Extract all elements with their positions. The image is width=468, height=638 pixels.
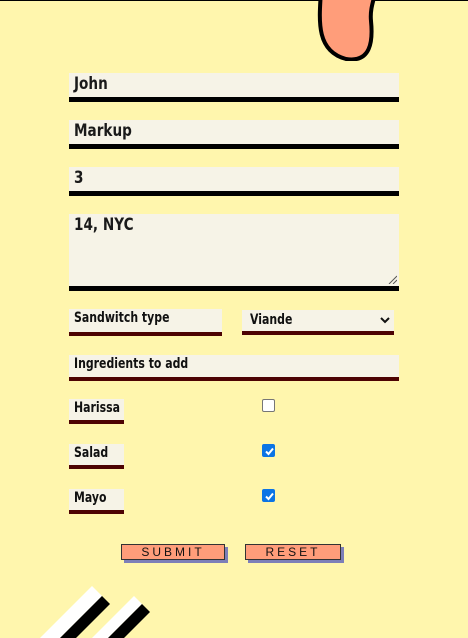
- submit-button[interactable]: SUBMIT: [121, 544, 225, 560]
- decorative-stripes: [40, 586, 150, 638]
- number-field[interactable]: 3: [69, 167, 399, 196]
- sandwich-type-selected: Viande: [250, 312, 293, 328]
- decorative-blob: [317, 0, 376, 61]
- last-name-field[interactable]: Markup: [69, 120, 399, 149]
- ingredients-label: Ingredients to add: [69, 355, 399, 381]
- ingredient-label-text: Salad: [74, 445, 109, 461]
- checkmark-icon: [265, 492, 274, 501]
- salad-checkbox[interactable]: [262, 444, 275, 457]
- mayo-checkbox[interactable]: [262, 489, 275, 502]
- address-value: 14, NYC: [74, 215, 134, 235]
- harissa-checkbox[interactable]: [262, 399, 275, 412]
- sandwich-type-select[interactable]: Viande: [242, 310, 394, 335]
- checkmark-icon: [265, 447, 274, 456]
- sandwich-type-label: Sandwitch type: [69, 309, 222, 336]
- ingredient-label-text: Harissa: [74, 400, 121, 416]
- ingredient-label-salad: Salad: [69, 444, 124, 469]
- ingredient-label-mayo: Mayo: [69, 489, 124, 514]
- sandwich-type-label-text: Sandwitch type: [74, 310, 170, 326]
- ingredient-label-harissa: Harissa: [69, 399, 124, 424]
- last-name-value: Markup: [74, 121, 132, 141]
- ingredient-label-text: Mayo: [74, 490, 107, 506]
- number-value: 3: [74, 168, 84, 188]
- resize-handle-icon[interactable]: [388, 275, 397, 284]
- address-textarea[interactable]: 14, NYC: [69, 214, 399, 291]
- reset-button[interactable]: RESET: [245, 544, 341, 560]
- first-name-value: John: [74, 74, 108, 94]
- chevron-down-icon: [380, 317, 390, 324]
- ingredients-label-text: Ingredients to add: [74, 356, 189, 372]
- first-name-field[interactable]: John: [69, 73, 399, 102]
